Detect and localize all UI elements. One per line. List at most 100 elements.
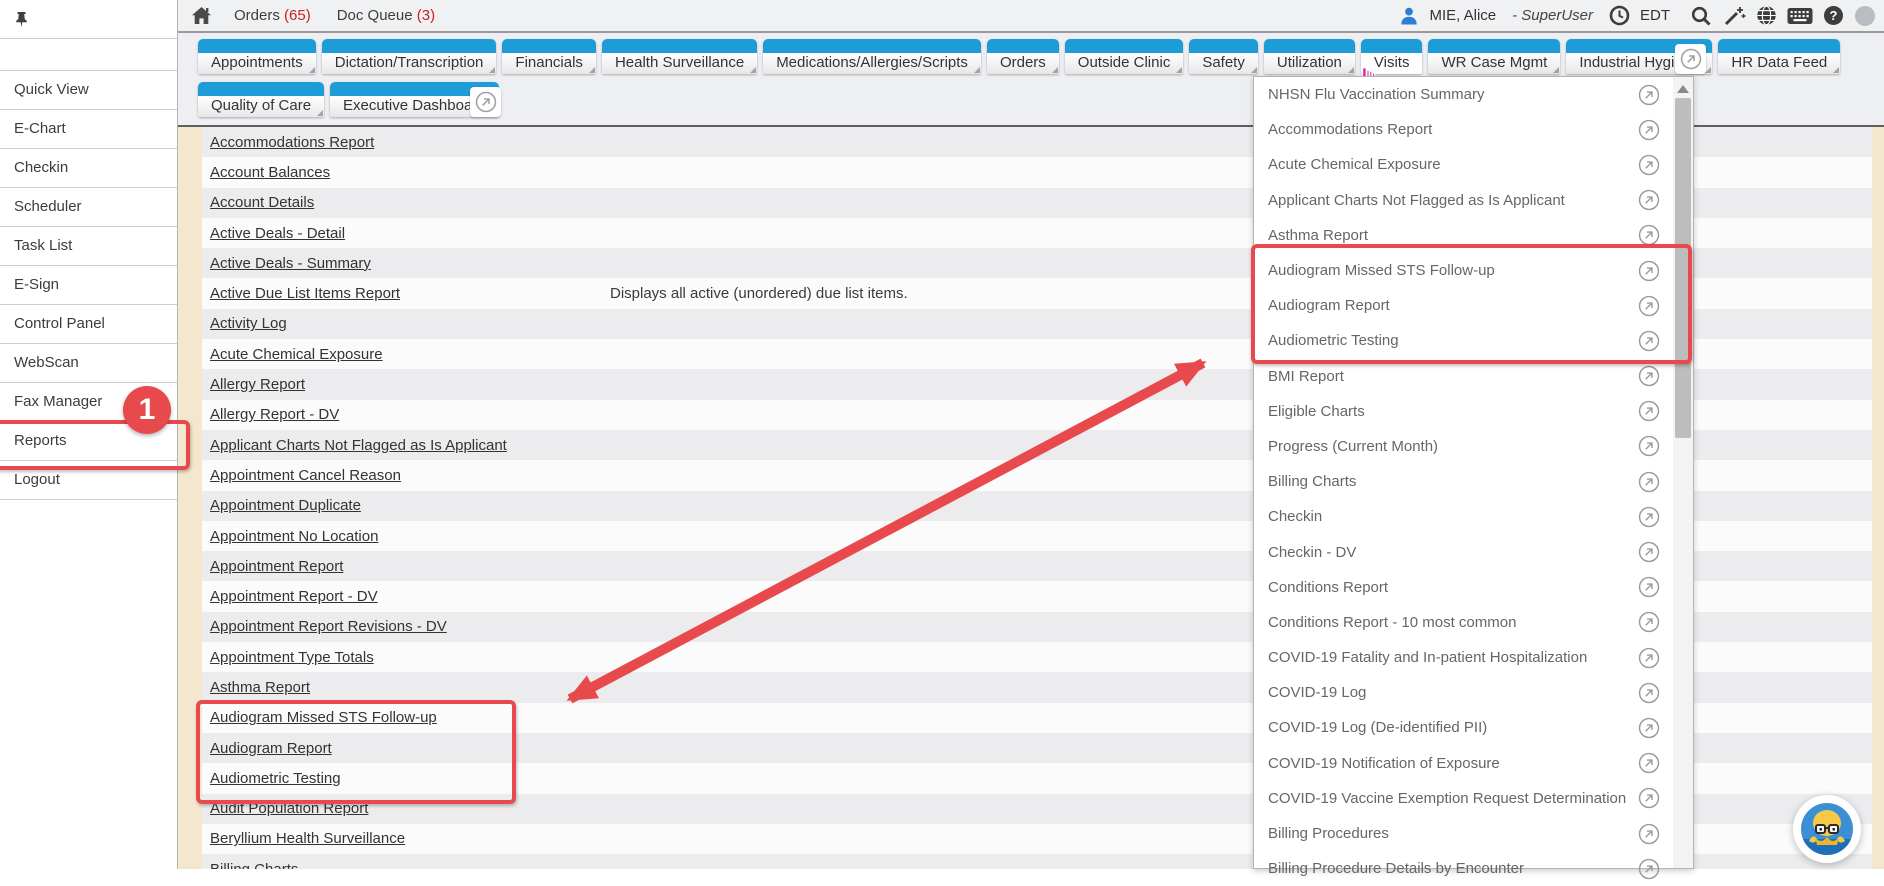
sidebar-item[interactable]: Checkin	[0, 149, 177, 188]
report-link[interactable]: Billing Charts	[210, 861, 298, 869]
report-link[interactable]: Appointment Report Revisions - DV	[210, 618, 447, 635]
report-link[interactable]: Audiometric Testing	[210, 770, 341, 787]
open-in-new-icon[interactable]	[1638, 224, 1660, 246]
dropdown-item[interactable]: Eligible Charts	[1254, 394, 1674, 429]
open-in-new-icon[interactable]	[1638, 330, 1660, 352]
dropdown-item[interactable]: Audiogram Missed STS Follow-up	[1254, 253, 1674, 288]
dropdown-item[interactable]: COVID-19 Notification of Exposure	[1254, 746, 1674, 781]
tab[interactable]: Safety	[1189, 39, 1258, 74]
user-name[interactable]: MIE, Alice	[1429, 7, 1496, 24]
home-icon[interactable]	[191, 6, 212, 25]
open-in-new-icon[interactable]	[1638, 717, 1660, 739]
report-link[interactable]: Audit Population Report	[210, 800, 368, 817]
dropdown-item[interactable]: Conditions Report - 10 most common	[1254, 605, 1674, 640]
report-link[interactable]: Appointment Report	[210, 558, 343, 575]
open-in-new-icon[interactable]	[1638, 611, 1660, 633]
tab[interactable]: Orders	[987, 39, 1059, 74]
open-in-new-icon[interactable]	[1638, 435, 1660, 457]
dropdown-item[interactable]: Checkin	[1254, 499, 1674, 534]
report-link[interactable]: Asthma Report	[210, 679, 310, 696]
dropdown-item[interactable]: NHSN Flu Vaccination Summary	[1254, 77, 1674, 112]
open-in-new-icon[interactable]	[1638, 471, 1660, 493]
tab[interactable]: Health Surveillance	[602, 39, 757, 74]
open-in-new-icon[interactable]	[1638, 154, 1660, 176]
dropdown-item[interactable]: Progress (Current Month)	[1254, 429, 1674, 464]
dropdown-item[interactable]: Accommodations Report	[1254, 112, 1674, 147]
report-link[interactable]: Appointment Cancel Reason	[210, 467, 401, 484]
dropdown-item[interactable]: COVID-19 Fatality and In-patient Hospita…	[1254, 640, 1674, 675]
open-in-new-icon[interactable]	[1638, 506, 1660, 528]
open-in-new-icon[interactable]	[1638, 365, 1660, 387]
tab[interactable]: Outside Clinic	[1065, 39, 1184, 74]
report-link[interactable]: Appointment Type Totals	[210, 649, 374, 666]
dropdown-item[interactable]: Applicant Charts Not Flagged as Is Appli…	[1254, 183, 1674, 218]
clock-icon[interactable]	[1609, 5, 1630, 26]
dropdown-item[interactable]: Acute Chemical Exposure	[1254, 147, 1674, 182]
sidebar-item[interactable]: Scheduler	[0, 188, 177, 227]
dropdown-scrollbar[interactable]	[1673, 77, 1693, 868]
report-link[interactable]: Appointment No Location	[210, 528, 378, 545]
report-link[interactable]: Audiogram Missed STS Follow-up	[210, 709, 437, 726]
open-in-new-icon[interactable]	[1638, 400, 1660, 422]
sidebar-item[interactable]: Logout	[0, 461, 177, 500]
report-link[interactable]: Appointment Duplicate	[210, 497, 361, 514]
tab[interactable]: Appointments	[198, 39, 316, 74]
report-link[interactable]: Accommodations Report	[210, 134, 374, 151]
dropdown-item[interactable]: Audiogram Report	[1254, 288, 1674, 323]
scrollbar-thumb[interactable]	[1675, 98, 1691, 438]
dropdown-item[interactable]: Billing Charts	[1254, 464, 1674, 499]
dropdown-item[interactable]: COVID-19 Log	[1254, 675, 1674, 710]
sidebar-item[interactable]: E-Chart	[0, 110, 177, 149]
open-in-new-icon[interactable]	[1638, 787, 1660, 809]
tab[interactable]: WR Case Mgmt	[1428, 39, 1560, 74]
tab-overflow-button-row2[interactable]	[470, 87, 501, 117]
report-link[interactable]: Active Due List Items Report	[210, 285, 400, 302]
sidebar-item[interactable]: Quick View	[0, 71, 177, 110]
magic-wand-icon[interactable]	[1722, 5, 1746, 27]
open-in-new-icon[interactable]	[1638, 119, 1660, 141]
report-link[interactable]: Allergy Report	[210, 376, 305, 393]
sidebar-item[interactable]: E-Sign	[0, 266, 177, 305]
tab[interactable]: Financials	[502, 39, 596, 74]
sidebar-item[interactable]: Task List	[0, 227, 177, 266]
open-in-new-icon[interactable]	[1638, 752, 1660, 774]
dropdown-item[interactable]: Audiometric Testing	[1254, 323, 1674, 358]
dropdown-item[interactable]: COVID-19 Log (De-identified PII)	[1254, 710, 1674, 745]
help-icon[interactable]: ?	[1823, 5, 1844, 26]
dropdown-item[interactable]: BMI Report	[1254, 359, 1674, 394]
tab[interactable]: Quality of Care	[198, 82, 324, 117]
report-link[interactable]: Beryllium Health Surveillance	[210, 830, 405, 847]
dropdown-item[interactable]: Checkin - DV	[1254, 534, 1674, 569]
report-link[interactable]: Allergy Report - DV	[210, 406, 339, 423]
dropdown-item[interactable]: COVID-19 Vaccine Exemption Request Deter…	[1254, 781, 1674, 816]
report-link[interactable]: Active Deals - Summary	[210, 255, 371, 272]
tab[interactable]: Medications/Allergies/Scripts	[763, 39, 981, 74]
report-link[interactable]: Active Deals - Detail	[210, 225, 345, 242]
report-link[interactable]: Appointment Report - DV	[210, 588, 378, 605]
sidebar-item[interactable]: WebScan	[0, 344, 177, 383]
tab-overflow-button-row1[interactable]	[1675, 44, 1706, 74]
report-link[interactable]: Account Balances	[210, 164, 330, 181]
open-in-new-icon[interactable]	[1638, 576, 1660, 598]
search-icon[interactable]	[1690, 5, 1712, 27]
report-link[interactable]: Account Details	[210, 194, 314, 211]
tab[interactable]: HR Data Feed	[1718, 39, 1840, 74]
report-link[interactable]: Audiogram Report	[210, 740, 332, 757]
dropdown-item[interactable]: Conditions Report	[1254, 570, 1674, 605]
open-in-new-icon[interactable]	[1638, 647, 1660, 669]
sidebar-item[interactable]: Control Panel	[0, 305, 177, 344]
tab[interactable]: Visits	[1361, 39, 1423, 74]
keyboard-icon[interactable]	[1787, 7, 1813, 25]
sidebar-item[interactable]: Reports	[0, 422, 177, 461]
report-link[interactable]: Applicant Charts Not Flagged as Is Appli…	[210, 437, 507, 454]
avatar-circle[interactable]	[1854, 5, 1876, 27]
open-in-new-icon[interactable]	[1638, 189, 1660, 211]
report-link[interactable]: Activity Log	[210, 315, 287, 332]
topbar-nav-link[interactable]: Orders (65)	[234, 7, 311, 24]
open-in-new-icon[interactable]	[1638, 541, 1660, 563]
open-in-new-icon[interactable]	[1638, 682, 1660, 704]
dropdown-item[interactable]: Asthma Report	[1254, 218, 1674, 253]
open-in-new-icon[interactable]	[1638, 260, 1660, 282]
tab[interactable]: Dictation/Transcription	[322, 39, 497, 74]
open-in-new-icon[interactable]	[1638, 84, 1660, 106]
